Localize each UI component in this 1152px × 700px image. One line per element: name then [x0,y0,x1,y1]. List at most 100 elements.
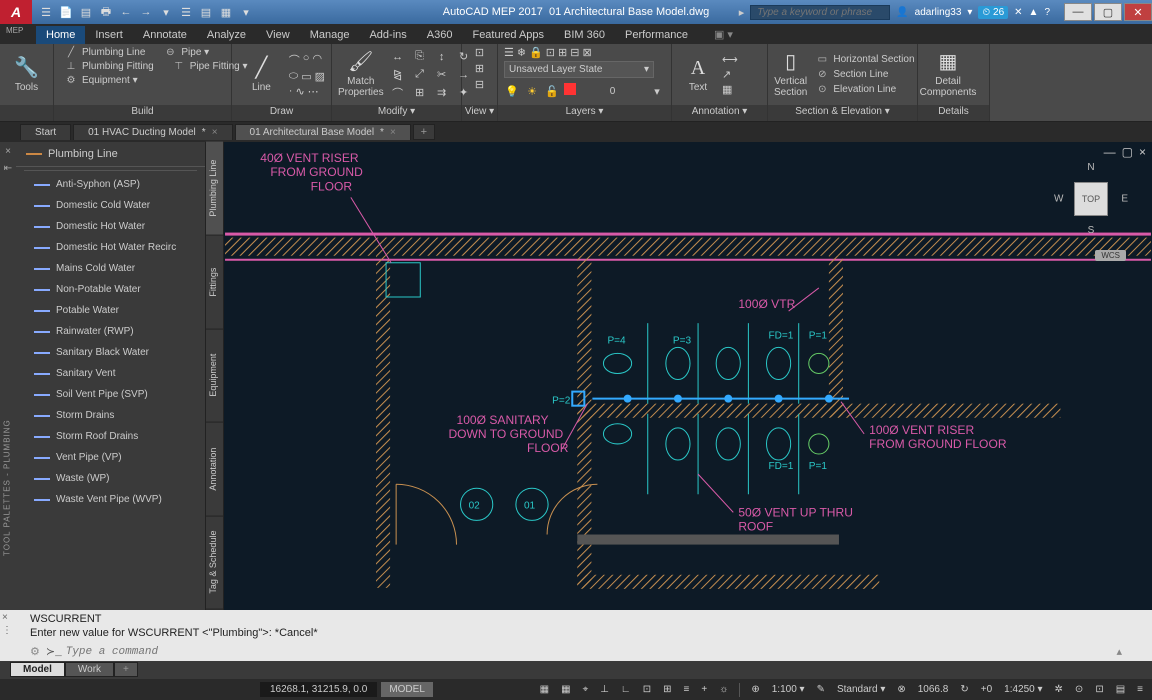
layer-icon[interactable]: ⊟ [570,46,579,59]
scale-icon[interactable]: ⤢ [410,67,430,83]
color-swatch[interactable] [564,83,576,95]
palette-item[interactable]: Potable Water [16,300,205,321]
tab-home[interactable]: Home [36,26,85,44]
palette-item[interactable]: Rainwater (RWP) [16,321,205,342]
copy-icon[interactable]: ⎘ [410,49,430,65]
text-button[interactable]: AText [678,47,718,103]
tab-bim360[interactable]: BIM 360 [554,26,615,44]
ribbon-collapse-icon[interactable]: ▣ ▾ [704,25,743,44]
layer-icon[interactable]: ⊞ [558,46,567,59]
polar-icon[interactable]: ∟ [618,684,634,695]
line-button[interactable]: ╱Line [238,47,285,103]
drawing-canvas[interactable]: — ▢ × N S E W TOP WCS [224,142,1152,610]
minimize-icon[interactable]: — [1104,145,1116,159]
rect-icon[interactable]: ▭ [301,70,311,83]
trim-icon[interactable]: ✂ [432,67,452,83]
layer-icon[interactable]: ☰ [504,46,514,59]
anno-scale[interactable]: 1:100 ▾ [769,684,808,695]
hardware-icon[interactable]: ⊙ [1072,684,1086,695]
plumbing-fitting-button[interactable]: ⊥Plumbing Fitting [60,60,158,73]
workspace-icon[interactable]: ✲ [1052,684,1066,695]
cut-plane[interactable]: Standard ▾ [834,684,888,695]
cmd-options-icon[interactable]: ⚙ [30,645,40,658]
sidetab-equipment[interactable]: Equipment [206,329,223,423]
stretch-icon[interactable]: ↕ [432,49,452,65]
a360-icon[interactable]: ▲ [1029,7,1039,18]
anno-monitor-icon[interactable]: ⊕ [748,684,762,695]
panel-title-annotation[interactable]: Annotation ▾ [672,105,767,121]
detail-components-button[interactable]: ▦Detail Components [924,47,972,103]
dropdown-icon[interactable]: ▾ [967,7,972,18]
add-layout-button[interactable]: + [114,662,138,677]
qat-btn[interactable]: 📄 [58,4,74,20]
layer-icon[interactable]: 🔒 [529,46,543,59]
qat-btn[interactable]: ← [118,4,134,20]
offset-icon[interactable]: ⇉ [432,85,452,101]
qat-btn[interactable]: ▦ [218,4,234,20]
elevation-readout[interactable]: 1066.8 [915,684,952,695]
app-menu-icon[interactable]: A [0,0,32,24]
pipe-button[interactable]: ⊖Pipe ▾ [159,46,213,59]
command-input[interactable] [66,646,1117,658]
qat-btn[interactable]: 🖶 [98,4,114,20]
palette-item[interactable]: Anti-Syphon (ASP) [16,174,205,195]
clean-icon[interactable]: ▤ [1113,684,1128,695]
leader-icon[interactable]: ↗ [722,68,738,81]
mirror-icon[interactable]: ⧎ [388,67,408,83]
customize-icon[interactable]: ≡ [1134,684,1146,695]
maximize-button[interactable]: ▢ [1094,3,1122,21]
tab-annotate[interactable]: Annotate [133,26,197,44]
cmd-close-icon[interactable]: × [2,612,16,623]
exchange-icon[interactable]: ✕ [1014,7,1022,18]
layer-icon[interactable]: ❄ [517,46,526,59]
palette-item[interactable]: Sanitary Vent [16,363,205,384]
palette-item[interactable]: Vent Pipe (VP) [16,447,205,468]
minimize-button[interactable]: — [1064,3,1092,21]
model-space-button[interactable]: MODEL [381,682,433,697]
doc-tab-hvac[interactable]: 01 HVAC Ducting Model* × [73,124,232,140]
help-search-input[interactable] [750,5,890,20]
close-icon[interactable]: × [212,127,218,138]
cmd-recent-icon[interactable]: ▴ [1116,645,1122,658]
layout-tab-work[interactable]: Work [65,662,114,677]
panel-title-section[interactable]: Section & Elevation ▾ [768,105,917,121]
panel-title-modify[interactable]: Modify ▾ [332,105,461,121]
plumbing-line-button[interactable]: ╱Plumbing Line [60,46,149,59]
infer-icon[interactable]: ⌖ [580,684,592,695]
qat-btn[interactable]: ▤ [198,4,214,20]
new-tab-button[interactable]: + [413,124,435,140]
dim-icon[interactable]: ⟷ [722,53,738,66]
palette-item[interactable]: Waste Vent Pipe (WVP) [16,489,205,510]
layer-name[interactable]: 0 [580,83,645,99]
help-icon[interactable]: ? [1044,7,1050,18]
arc-icon[interactable]: ◠ [312,52,322,68]
lineweight-icon[interactable]: ≡ [681,684,693,695]
notification-badge[interactable]: ⏲ 26 [978,6,1008,19]
ellipse-icon[interactable]: ⬭ [289,70,298,83]
hatch-icon[interactable]: ▨ [315,70,325,83]
tab-analyze[interactable]: Analyze [197,26,256,44]
tools-button[interactable]: 🔧Tools [6,47,47,103]
elev-offset[interactable]: +0 [978,684,995,695]
grid-icon[interactable]: ▦ [537,684,552,695]
qat-btn[interactable]: ▾ [158,4,174,20]
close-icon[interactable]: × [1139,145,1146,159]
doc-tab-start[interactable]: Start [20,124,71,140]
bulb-icon[interactable]: 💡 [504,83,520,99]
tab-a360[interactable]: A360 [417,26,463,44]
palette-item[interactable]: Storm Drains [16,405,205,426]
sun-icon[interactable]: ☀ [524,83,540,99]
ortho-icon[interactable]: ⊥ [597,684,612,695]
user-name[interactable]: adarling33 [915,7,962,18]
restore-icon[interactable]: ▢ [1122,145,1133,159]
palette-item[interactable]: Non-Potable Water [16,279,205,300]
lock-icon[interactable]: 🔓 [544,83,560,99]
cycling-icon[interactable]: ☼ [716,684,731,695]
transparency-icon[interactable]: + [698,684,710,695]
qat-btn[interactable]: ▾ [238,4,254,20]
signin-icon[interactable]: 👤 [896,7,908,18]
array-icon[interactable]: ⊞ [410,85,430,101]
view-icon[interactable]: ⊡ [475,46,484,59]
match-properties-button[interactable]: 🖌Match Properties [338,47,384,103]
close-icon[interactable]: × [390,127,396,138]
